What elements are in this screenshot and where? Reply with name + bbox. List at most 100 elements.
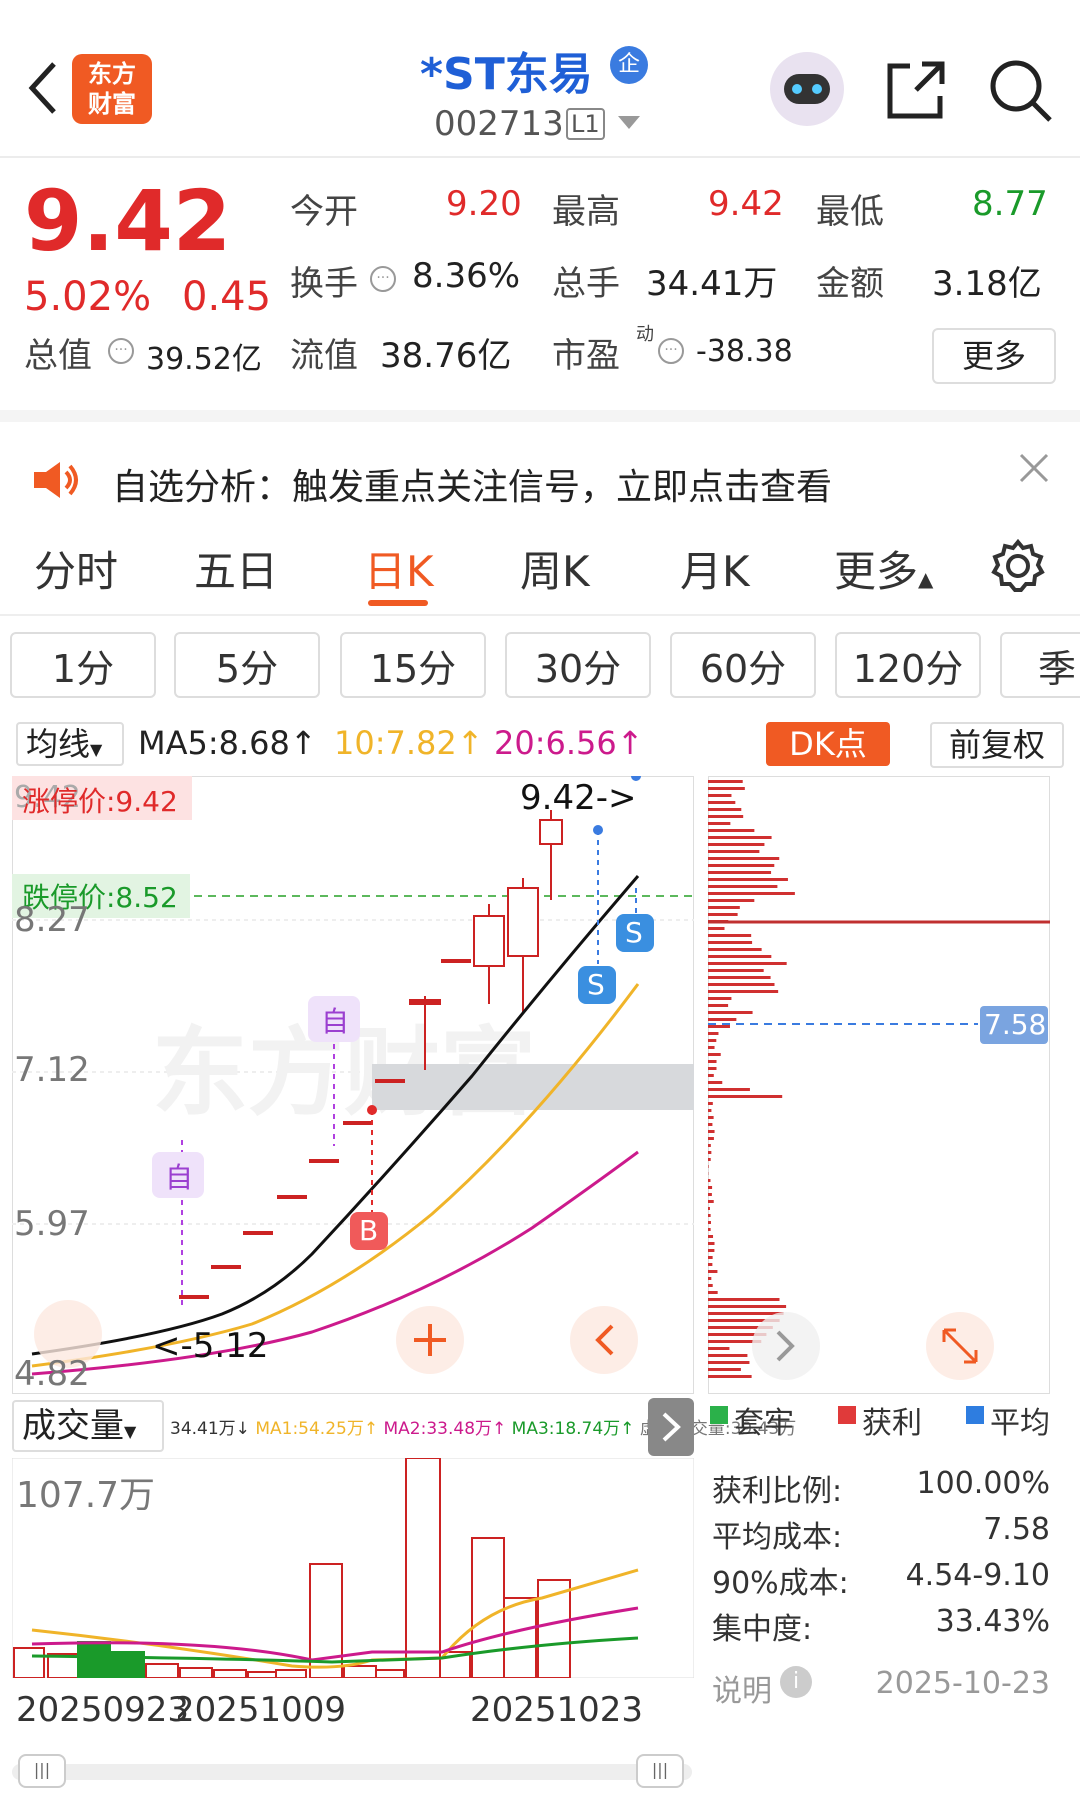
info-icon[interactable]: ··· (108, 338, 134, 364)
chevron-right-icon (662, 1412, 681, 1442)
period-1min[interactable]: 1分 (10, 632, 156, 698)
settings-gear-icon[interactable] (990, 538, 1046, 594)
info-circle-icon[interactable]: i (780, 1666, 812, 1698)
chip-bar (708, 941, 753, 944)
chip-bar (708, 843, 765, 846)
tab-intraday[interactable]: 分时 (34, 538, 118, 599)
candle-body (441, 959, 471, 963)
turnover-label: 换手 (290, 264, 358, 304)
buy-marker[interactable] (350, 1212, 388, 1250)
legend-trap: 套牢 (734, 1406, 794, 1441)
indicator-selector[interactable]: 均线▼ (16, 722, 124, 766)
legend-trap-swatch (710, 1406, 728, 1424)
notice-bar[interactable]: 自选分析：触发重点关注信号，立即点击查看 (0, 410, 1080, 514)
tab-daily-k[interactable]: 日K (364, 538, 434, 599)
amount-label: 金额 (816, 264, 884, 304)
volume-bar (13, 1647, 45, 1678)
chip-bar (708, 1298, 780, 1301)
chip-bar (708, 1032, 719, 1035)
period-30min[interactable]: 30分 (505, 632, 651, 698)
tab-weekly-k[interactable]: 周K (520, 538, 590, 599)
explain-link[interactable]: 说明 (712, 1666, 772, 1710)
chip-bar (708, 1018, 737, 1021)
tab-more[interactable]: 更多▲ (834, 538, 933, 599)
self-select-marker[interactable] (308, 996, 360, 1042)
triangle-down-icon: ▼ (124, 1422, 137, 1441)
sell-marker[interactable] (578, 966, 616, 1004)
chip-distribution-chart[interactable] (708, 776, 1050, 1394)
kline-chart[interactable]: 东方财富 (12, 776, 694, 1394)
avg-cost-value: 7.58 (983, 1512, 1050, 1547)
volume-value: 34.41万 (646, 264, 778, 304)
concentration-label: 集中度: (712, 1612, 813, 1647)
chip-bar (708, 1137, 714, 1140)
info-icon[interactable]: ··· (370, 266, 396, 292)
chip-bar (708, 1060, 717, 1063)
signal-dot (593, 825, 603, 835)
quote-panel: 9.42 5.02% 0.45 今开 9.20 最高 9.42 最低 8.77 … (0, 160, 1080, 408)
volume-ma-info: 34.41万↓ MA1:54.25万↑ MA2:33.48万↑ MA3:18.7… (170, 1414, 796, 1439)
back-icon[interactable] (26, 58, 60, 118)
level-badge: L1 (566, 108, 605, 140)
chip-bar (708, 1270, 718, 1273)
chip-bar (708, 1011, 753, 1014)
volume-info: 34.41万↓ (170, 1419, 250, 1439)
chip-bar (708, 1039, 717, 1042)
date-label: 20251023 (470, 1690, 644, 1730)
candle-body (473, 915, 505, 967)
chip-bar (708, 990, 779, 993)
chip-bar (708, 836, 772, 839)
tab-five-day[interactable]: 五日 (194, 538, 278, 599)
close-icon[interactable] (1018, 452, 1050, 484)
ma5-text: MA5:8.68 (138, 724, 290, 762)
mktcap-label: 总值 (24, 336, 92, 376)
sell-marker[interactable] (616, 914, 654, 952)
share-icon[interactable] (884, 58, 948, 122)
adjust-button[interactable]: 前复权 (930, 722, 1064, 768)
period-120min[interactable]: 120分 (835, 632, 981, 698)
chip-bar (708, 1095, 783, 1098)
chip-next-icon[interactable] (752, 1312, 820, 1380)
dk-point-button[interactable]: DK点 (766, 722, 890, 766)
chip-bar (708, 1004, 729, 1007)
chip-bar (708, 997, 732, 1000)
chip-bar (708, 1200, 714, 1203)
chip-bar (708, 1123, 713, 1126)
chip-bar (708, 1151, 712, 1154)
chip-bar (708, 1165, 709, 1168)
chip-bar (708, 850, 760, 853)
range-handle-left[interactable]: ||| (18, 1754, 66, 1788)
self-select-marker[interactable] (152, 1152, 204, 1198)
pe-value: -38.38 (696, 334, 793, 369)
range-handle-right[interactable]: ||| (636, 1754, 684, 1788)
candle-body (409, 999, 441, 1005)
float-value: 38.76亿 (380, 336, 512, 376)
period-5min[interactable]: 5分 (174, 632, 320, 698)
cost90-value: 4.54-9.10 (905, 1558, 1050, 1593)
period-60min[interactable]: 60分 (670, 632, 816, 698)
tab-monthly-k[interactable]: 月K (680, 538, 750, 599)
expand-panel-button[interactable] (648, 1398, 694, 1456)
period-quarter[interactable]: 季 (1000, 632, 1080, 698)
assistant-avatar-icon[interactable] (770, 52, 844, 126)
ma10-value: 10:7.82↑ (334, 724, 484, 762)
chip-bar (708, 1312, 784, 1315)
period-15min[interactable]: 15分 (340, 632, 486, 698)
scroll-left-icon[interactable] (570, 1306, 638, 1374)
more-button[interactable]: 更多 (932, 328, 1056, 384)
low-label: 最低 (816, 192, 884, 232)
dropdown-icon[interactable] (618, 116, 640, 130)
chip-date: 2025-10-23 (875, 1666, 1050, 1701)
ma5-arrow: ↑ (289, 724, 317, 762)
range-scrollbar[interactable] (12, 1764, 692, 1780)
back-chart-icon[interactable] (34, 1300, 102, 1368)
app-logo[interactable]: 东方 财富 (72, 54, 152, 124)
search-icon[interactable] (988, 58, 1054, 124)
volume-y-max: 107.7万 (16, 1475, 156, 1516)
volume-bar (213, 1669, 247, 1678)
ma10-text: 10:7.82 (334, 724, 457, 762)
ma5-value: MA5:8.68↑ (138, 724, 317, 762)
volume-bar (77, 1641, 111, 1678)
volume-selector[interactable]: 成交量▼ (12, 1400, 164, 1452)
info-icon[interactable]: ··· (658, 338, 684, 364)
